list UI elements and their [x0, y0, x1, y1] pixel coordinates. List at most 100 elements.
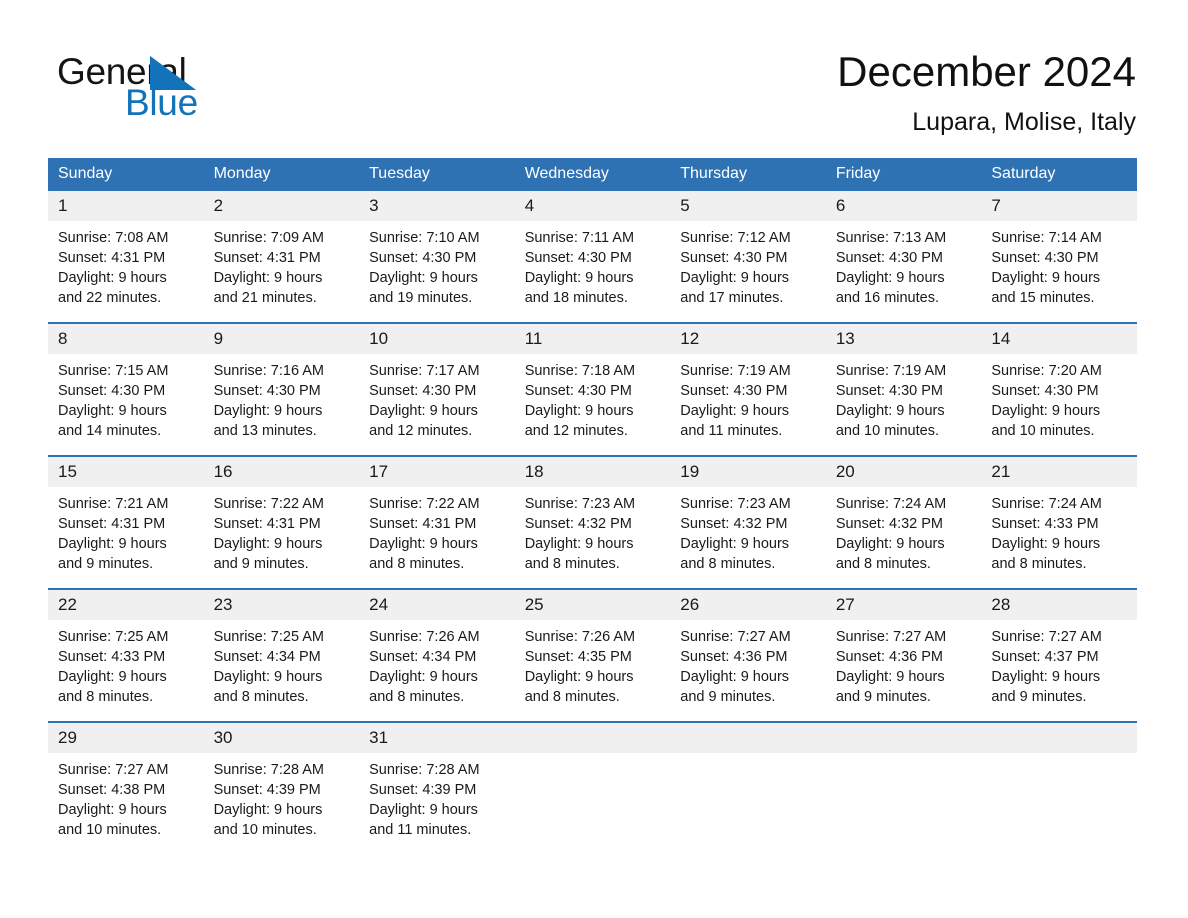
sunset-text: Sunset: 4:31 PM [213, 250, 321, 266]
day-details: Sunrise: 7:13 AM Sunset: 4:30 PM Daylight:… [826, 221, 982, 322]
sunrise-text: Sunrise: 7:14 AM [991, 230, 1102, 246]
day-cell[interactable]: 17 Sunrise: 7:22 AM Sunset: 4:31 PM Dayligh… [359, 455, 515, 589]
sunrise-text: Sunrise: 7:13 AM [835, 230, 947, 246]
daylight-text-line1: Daylight: 9 hours [835, 536, 945, 552]
day-number: 4 [514, 191, 671, 221]
day-cell[interactable]: 4 Sunrise: 7:11 AM Sunset: 4:30 PM Daylight… [514, 191, 671, 323]
day-number: 30 [203, 723, 360, 753]
sunrise-text: Sunrise: 7:27 AM [58, 762, 169, 778]
day-details: Sunrise: 7:23 AM Sunset: 4:32 PM Daylight:… [670, 487, 826, 588]
calendar-week-row: 29 Sunrise: 7:27 AM Sunset: 4:38 PM Dayligh… [48, 721, 1137, 854]
daylight-text-line2: and 12 minutes. [524, 423, 628, 439]
daylight-text-line1: Daylight: 9 hours [213, 270, 323, 286]
sunset-text: Sunset: 4:30 PM [991, 250, 1099, 266]
day-cell[interactable]: 20 Sunrise: 7:24 AM Sunset: 4:32 PM Dayligh… [825, 455, 982, 589]
day-cell[interactable]: 24 Sunrise: 7:26 AM Sunset: 4:34 PM Dayligh… [359, 588, 515, 722]
day-cell[interactable]: 22 Sunrise: 7:25 AM Sunset: 4:33 PM Dayligh… [48, 588, 204, 722]
day-cell[interactable]: 16 Sunrise: 7:22 AM Sunset: 4:31 PM Dayligh… [203, 455, 360, 589]
daylight-text-line2: and 10 minutes. [213, 822, 317, 838]
day-cell[interactable]: 3 Sunrise: 7:10 AM Sunset: 4:30 PM Daylight… [359, 191, 515, 323]
daylight-text-line1: Daylight: 9 hours [369, 270, 478, 286]
day-cell[interactable]: 5 Sunrise: 7:12 AM Sunset: 4:30 PM Daylight… [670, 191, 826, 323]
daylight-text-line2: and 10 minutes. [991, 423, 1095, 439]
day-details: Sunrise: 7:28 AM Sunset: 4:39 PM Daylight:… [204, 753, 360, 854]
daylight-text-line2: and 9 minutes. [680, 689, 776, 705]
day-details: Sunrise: 7:22 AM Sunset: 4:31 PM Daylight:… [204, 487, 360, 588]
sunset-text: Sunset: 4:30 PM [213, 383, 321, 399]
daylight-text-line1: Daylight: 9 hours [680, 669, 790, 685]
day-cell[interactable]: 29 Sunrise: 7:27 AM Sunset: 4:38 PM Dayligh… [48, 721, 204, 854]
sunrise-text: Sunrise: 7:23 AM [524, 496, 636, 512]
sunset-text: Sunset: 4:33 PM [991, 516, 1099, 532]
day-details: Sunrise: 7:23 AM Sunset: 4:32 PM Daylight:… [515, 487, 671, 588]
day-details: Sunrise: 7:19 AM Sunset: 4:30 PM Daylight:… [670, 354, 826, 455]
weekday-header-monday: Monday [203, 158, 360, 191]
day-cell-empty [670, 721, 826, 854]
day-cell[interactable]: 25 Sunrise: 7:26 AM Sunset: 4:35 PM Dayligh… [514, 588, 671, 722]
sunset-text: Sunset: 4:30 PM [835, 383, 944, 399]
day-cell-empty [825, 721, 982, 854]
page-header: General Blue December 2024 Lupara, Molis… [0, 0, 1188, 150]
day-cell[interactable]: 6 Sunrise: 7:13 AM Sunset: 4:30 PM Daylight… [825, 191, 982, 323]
daylight-text-line2: and 9 minutes. [991, 689, 1087, 705]
day-cell[interactable]: 11 Sunrise: 7:18 AM Sunset: 4:30 PM Dayligh… [514, 322, 671, 456]
day-cell[interactable]: 18 Sunrise: 7:23 AM Sunset: 4:32 PM Dayligh… [514, 455, 671, 589]
daylight-text-line1: Daylight: 9 hours [369, 536, 478, 552]
day-cell[interactable]: 9 Sunrise: 7:16 AM Sunset: 4:30 PM Daylight… [203, 322, 360, 456]
day-cell[interactable]: 8 Sunrise: 7:15 AM Sunset: 4:30 PM Daylight… [48, 322, 204, 456]
day-cell[interactable]: 21 Sunrise: 7:24 AM Sunset: 4:33 PM Dayligh… [981, 455, 1137, 589]
day-number: 1 [48, 191, 204, 221]
day-cell[interactable]: 31 Sunrise: 7:28 AM Sunset: 4:39 PM Dayligh… [359, 721, 515, 854]
brand-logo[interactable]: General Blue [57, 50, 357, 130]
sunset-text: Sunset: 4:33 PM [58, 649, 166, 665]
calendar-table: Sunday Monday Tuesday Wednesday Thursday… [48, 158, 1137, 854]
sunset-text: Sunset: 4:30 PM [991, 383, 1099, 399]
sunset-text: Sunset: 4:39 PM [369, 782, 477, 798]
daylight-text-line1: Daylight: 9 hours [991, 669, 1101, 685]
daylight-text-line2: and 11 minutes. [369, 822, 472, 838]
day-cell[interactable]: 14 Sunrise: 7:20 AM Sunset: 4:30 PM Dayligh… [981, 322, 1137, 456]
sunset-text: Sunset: 4:39 PM [213, 782, 321, 798]
sunrise-text: Sunrise: 7:23 AM [680, 496, 791, 512]
day-details: Sunrise: 7:26 AM Sunset: 4:34 PM Daylight:… [359, 620, 515, 721]
day-cell[interactable]: 13 Sunrise: 7:19 AM Sunset: 4:30 PM Dayligh… [825, 322, 982, 456]
day-cell[interactable]: 27 Sunrise: 7:27 AM Sunset: 4:36 PM Dayligh… [825, 588, 982, 722]
day-cell[interactable]: 2 Sunrise: 7:09 AM Sunset: 4:31 PM Daylight… [203, 191, 360, 323]
day-cell[interactable]: 28 Sunrise: 7:27 AM Sunset: 4:37 PM Dayligh… [981, 588, 1137, 722]
day-cell[interactable]: 19 Sunrise: 7:23 AM Sunset: 4:32 PM Dayligh… [670, 455, 826, 589]
day-cell-empty [981, 721, 1137, 854]
day-number: 22 [48, 590, 204, 620]
day-number: 9 [203, 324, 360, 354]
day-details: Sunrise: 7:10 AM Sunset: 4:30 PM Daylight:… [359, 221, 515, 322]
weekday-header-tuesday: Tuesday [359, 158, 515, 191]
sunset-text: Sunset: 4:30 PM [369, 250, 477, 266]
daylight-text-line1: Daylight: 9 hours [835, 270, 945, 286]
sunrise-text: Sunrise: 7:25 AM [58, 629, 169, 645]
day-cell[interactable]: 30 Sunrise: 7:28 AM Sunset: 4:39 PM Dayligh… [203, 721, 360, 854]
daylight-text-line1: Daylight: 9 hours [213, 536, 323, 552]
day-number: 18 [514, 457, 671, 487]
day-number: 25 [514, 590, 671, 620]
day-details: Sunrise: 7:14 AM Sunset: 4:30 PM Daylight:… [981, 221, 1137, 322]
day-cell[interactable]: 1 Sunrise: 7:08 AM Sunset: 4:31 PM Daylight… [48, 191, 204, 323]
sunset-text: Sunset: 4:38 PM [58, 782, 166, 798]
sunset-text: Sunset: 4:37 PM [991, 649, 1099, 665]
calendar-header-row: Sunday Monday Tuesday Wednesday Thursday… [48, 158, 1137, 191]
day-cell[interactable]: 10 Sunrise: 7:17 AM Sunset: 4:30 PM Dayligh… [359, 322, 515, 456]
daylight-text-line1: Daylight: 9 hours [369, 403, 478, 419]
day-number: 17 [359, 457, 515, 487]
day-details [670, 753, 826, 854]
day-details: Sunrise: 7:08 AM Sunset: 4:31 PM Daylight:… [48, 221, 204, 322]
day-details: Sunrise: 7:21 AM Sunset: 4:31 PM Daylight:… [48, 487, 204, 588]
day-cell[interactable]: 23 Sunrise: 7:25 AM Sunset: 4:34 PM Dayligh… [203, 588, 360, 722]
day-details [515, 753, 671, 854]
daylight-text-line2: and 10 minutes. [58, 822, 162, 838]
day-cell[interactable]: 12 Sunrise: 7:19 AM Sunset: 4:30 PM Dayligh… [670, 322, 826, 456]
day-number [825, 723, 982, 753]
day-number [514, 723, 671, 753]
day-cell[interactable]: 26 Sunrise: 7:27 AM Sunset: 4:36 PM Dayligh… [670, 588, 826, 722]
day-cell[interactable]: 7 Sunrise: 7:14 AM Sunset: 4:30 PM Daylight… [981, 191, 1137, 323]
day-number: 15 [48, 457, 204, 487]
day-number: 26 [670, 590, 826, 620]
day-cell[interactable]: 15 Sunrise: 7:21 AM Sunset: 4:31 PM Dayligh… [48, 455, 204, 589]
